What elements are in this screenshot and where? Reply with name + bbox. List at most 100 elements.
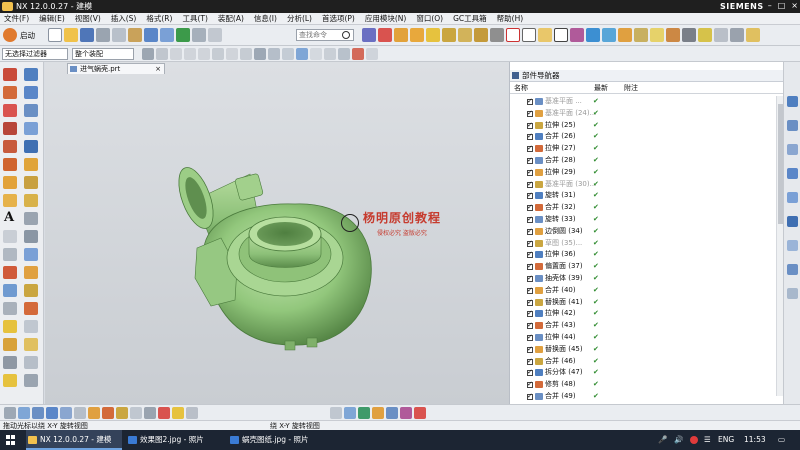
chamfer-icon[interactable] xyxy=(490,28,504,42)
view-front-icon[interactable] xyxy=(4,407,16,419)
column-name[interactable]: 名称 xyxy=(514,83,528,94)
show-icon[interactable] xyxy=(338,48,350,60)
line-icon[interactable] xyxy=(378,28,392,42)
feature-row[interactable]: 替换面 (41) ✔ xyxy=(510,297,776,308)
feature-visibility-checkbox[interactable] xyxy=(527,131,533,143)
menu-window[interactable]: 窗口(O) xyxy=(416,13,443,24)
snap-point-icon[interactable] xyxy=(212,48,224,60)
menu-info[interactable]: 信息(I) xyxy=(254,13,277,24)
polygon-icon[interactable] xyxy=(3,140,17,153)
draft-icon[interactable] xyxy=(682,28,696,42)
snap-view-icon[interactable] xyxy=(372,407,384,419)
windows-start-icon[interactable] xyxy=(6,435,16,445)
extrude-tool-icon[interactable] xyxy=(24,140,38,153)
blend-tool-icon[interactable] xyxy=(24,158,38,171)
snap-end-icon[interactable] xyxy=(170,48,182,60)
start-menu-label[interactable]: 启动 xyxy=(20,30,35,41)
body-icon[interactable] xyxy=(116,407,128,419)
network-icon[interactable]: ☰ xyxy=(704,430,711,450)
replace-face-icon[interactable] xyxy=(3,320,17,333)
extrude-icon[interactable] xyxy=(410,28,424,42)
selection-filter-dropdown[interactable]: 无选择过滤器 xyxy=(2,48,68,60)
feature-row[interactable]: 拉伸 (42) ✔ xyxy=(510,308,776,320)
feature-row[interactable]: 拉伸 (25) ✔ xyxy=(510,120,776,131)
mirror-icon[interactable] xyxy=(730,28,744,42)
feature-row[interactable]: 替换面 (45) ✔ xyxy=(510,344,776,356)
mirror-tool-icon[interactable] xyxy=(3,248,17,261)
feature-visibility-checkbox[interactable] xyxy=(527,379,533,391)
menu-analysis[interactable]: 分析(L) xyxy=(287,13,312,24)
trim-icon[interactable] xyxy=(698,28,712,42)
pattern-tool-icon[interactable] xyxy=(24,230,38,243)
section-tool-icon[interactable] xyxy=(24,338,38,351)
spline-icon[interactable] xyxy=(570,28,584,42)
feature-row[interactable]: 合并 (46) ✔ xyxy=(510,356,776,367)
wireframe-icon[interactable] xyxy=(310,48,322,60)
clock[interactable]: 11:53 xyxy=(744,430,766,450)
column-latest[interactable]: 最新 xyxy=(594,83,608,94)
minimize-button[interactable]: – xyxy=(768,1,772,10)
feature-visibility-checkbox[interactable] xyxy=(527,273,533,285)
chamfer-tool-icon[interactable] xyxy=(3,176,17,189)
open-folder-icon[interactable] xyxy=(64,28,78,42)
snap-center-icon[interactable] xyxy=(198,48,210,60)
stop-icon[interactable] xyxy=(158,407,170,419)
snapshot-icon[interactable] xyxy=(3,356,17,369)
feature-visibility-checkbox[interactable] xyxy=(527,367,533,379)
edge-icon[interactable] xyxy=(88,407,100,419)
new-file-icon[interactable] xyxy=(48,28,62,42)
hole-tool-icon[interactable] xyxy=(24,176,38,189)
menu-help[interactable]: 帮助(H) xyxy=(497,13,524,24)
window-icon[interactable] xyxy=(208,28,222,42)
color-icon[interactable] xyxy=(352,48,364,60)
resource-system-icon[interactable] xyxy=(787,288,798,299)
close-button[interactable]: × xyxy=(791,1,798,10)
surface-icon[interactable] xyxy=(586,28,600,42)
feature-row[interactable]: 抽壳体 (39) ✔ xyxy=(510,273,776,285)
pattern-icon[interactable] xyxy=(714,28,728,42)
feature-row[interactable]: 旋转 (33) ✔ xyxy=(510,214,776,226)
feature-row[interactable]: 合并 (28) ✔ xyxy=(510,155,776,167)
cube-icon[interactable] xyxy=(24,68,38,81)
snap-mid-icon[interactable] xyxy=(184,48,196,60)
revolve-icon[interactable] xyxy=(426,28,440,42)
circle-tool-icon[interactable] xyxy=(3,104,17,117)
resource-navigator-icon[interactable] xyxy=(787,96,798,107)
menu-tools[interactable]: 工具(T) xyxy=(182,13,207,24)
notification-icon[interactable]: ▭ xyxy=(778,430,785,450)
grid-icon[interactable] xyxy=(186,407,198,419)
sphere-icon[interactable] xyxy=(24,122,38,135)
subtract-icon[interactable] xyxy=(24,266,38,279)
shaded-icon[interactable] xyxy=(296,48,308,60)
feature-visibility-checkbox[interactable] xyxy=(527,202,533,214)
feature-visibility-checkbox[interactable] xyxy=(527,356,533,367)
feature-visibility-checkbox[interactable] xyxy=(527,249,533,261)
view-back-icon[interactable] xyxy=(18,407,30,419)
view-top-icon[interactable] xyxy=(282,48,294,60)
settings-tool-icon[interactable] xyxy=(24,374,38,387)
feature-visibility-checkbox[interactable] xyxy=(527,96,533,108)
view-fit-icon[interactable] xyxy=(254,48,266,60)
save-icon[interactable] xyxy=(80,28,94,42)
menu-gc-toolbox[interactable]: GC工具箱 xyxy=(453,13,487,24)
maximize-button[interactable]: □ xyxy=(778,1,786,10)
feature-row[interactable]: 合并 (43) ✔ xyxy=(510,320,776,332)
view-left-icon[interactable] xyxy=(32,407,44,419)
feature-visibility-checkbox[interactable] xyxy=(527,391,533,403)
view-bottom-icon[interactable] xyxy=(60,407,72,419)
curve-icon[interactable] xyxy=(554,28,568,42)
datum-icon[interactable] xyxy=(538,28,552,42)
thicken-icon[interactable] xyxy=(24,302,38,315)
search-icon[interactable] xyxy=(342,31,350,39)
resource-roles-icon[interactable] xyxy=(787,264,798,275)
clip-icon[interactable] xyxy=(400,407,412,419)
select-all-icon[interactable] xyxy=(142,48,154,60)
sketch-icon[interactable] xyxy=(362,28,376,42)
feature-visibility-checkbox[interactable] xyxy=(527,238,533,249)
feature-row[interactable]: 旋转 (31) ✔ xyxy=(510,190,776,202)
mic-icon[interactable]: 🎤 xyxy=(658,430,667,450)
wcs-icon[interactable] xyxy=(330,407,342,419)
offset-icon[interactable] xyxy=(650,28,664,42)
feature-row[interactable]: 合并 (49) ✔ xyxy=(510,391,776,403)
feature-visibility-checkbox[interactable] xyxy=(527,297,533,308)
